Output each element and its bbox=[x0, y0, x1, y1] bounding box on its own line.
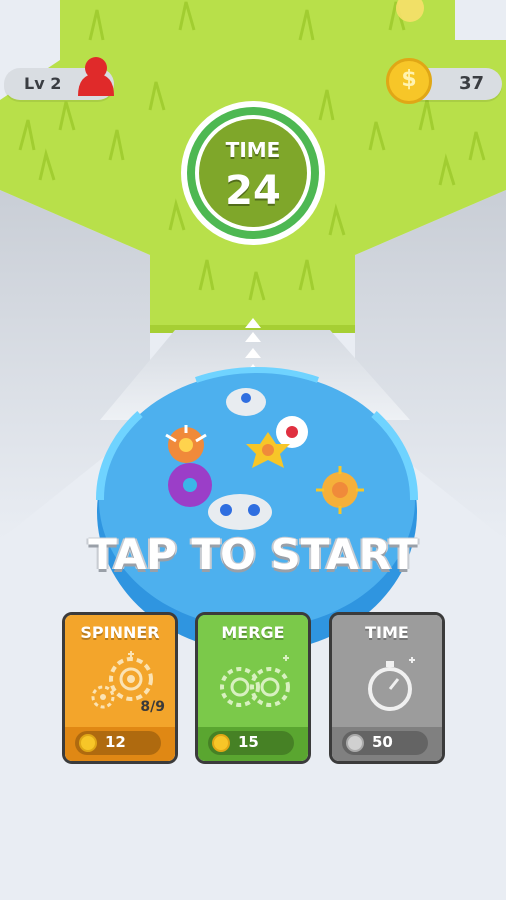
time-price-value: 50 bbox=[372, 733, 393, 751]
tap-to-start-prompt[interactable]: TAP TO START bbox=[0, 530, 506, 579]
level-label: Lv 2 bbox=[24, 74, 62, 93]
spinner-upgrade-card[interactable]: SPINNER 8/9 12 bbox=[62, 612, 178, 764]
coin-icon: $ bbox=[386, 58, 432, 104]
spinner-card-title: SPINNER bbox=[80, 623, 160, 642]
playfield-artwork bbox=[0, 0, 506, 900]
timer-value: 24 bbox=[225, 168, 281, 214]
stopwatch-icon bbox=[368, 657, 415, 711]
time-card-title: TIME bbox=[365, 623, 409, 642]
white-spinner-top bbox=[226, 388, 266, 416]
game-scene[interactable]: Lv 2 37 $ TIME 24 TAP TO START SPINNER 8… bbox=[0, 0, 506, 900]
coin-icon bbox=[346, 734, 364, 752]
white-spinner-bottom bbox=[208, 494, 272, 530]
player-avatar-icon bbox=[78, 57, 114, 96]
red-spinner bbox=[276, 416, 308, 448]
spinner-progress: 8/9 bbox=[140, 699, 165, 715]
merge-price-value: 15 bbox=[238, 733, 259, 751]
spinner-price: 12 bbox=[75, 731, 161, 755]
merge-upgrade-card[interactable]: MERGE 15 bbox=[195, 612, 311, 764]
spinner-price-value: 12 bbox=[105, 733, 126, 751]
coin-count: 37 bbox=[458, 73, 484, 94]
timer-label: TIME bbox=[225, 138, 281, 162]
merge-gears-icon bbox=[220, 655, 290, 707]
time-upgrade-card[interactable]: TIME 50 bbox=[329, 612, 445, 764]
coin-icon bbox=[212, 734, 230, 752]
coin-icon bbox=[79, 734, 97, 752]
time-price: 50 bbox=[342, 731, 428, 755]
merge-card-title: MERGE bbox=[221, 623, 285, 642]
purple-spinner bbox=[168, 463, 212, 507]
merge-price: 15 bbox=[208, 731, 294, 755]
